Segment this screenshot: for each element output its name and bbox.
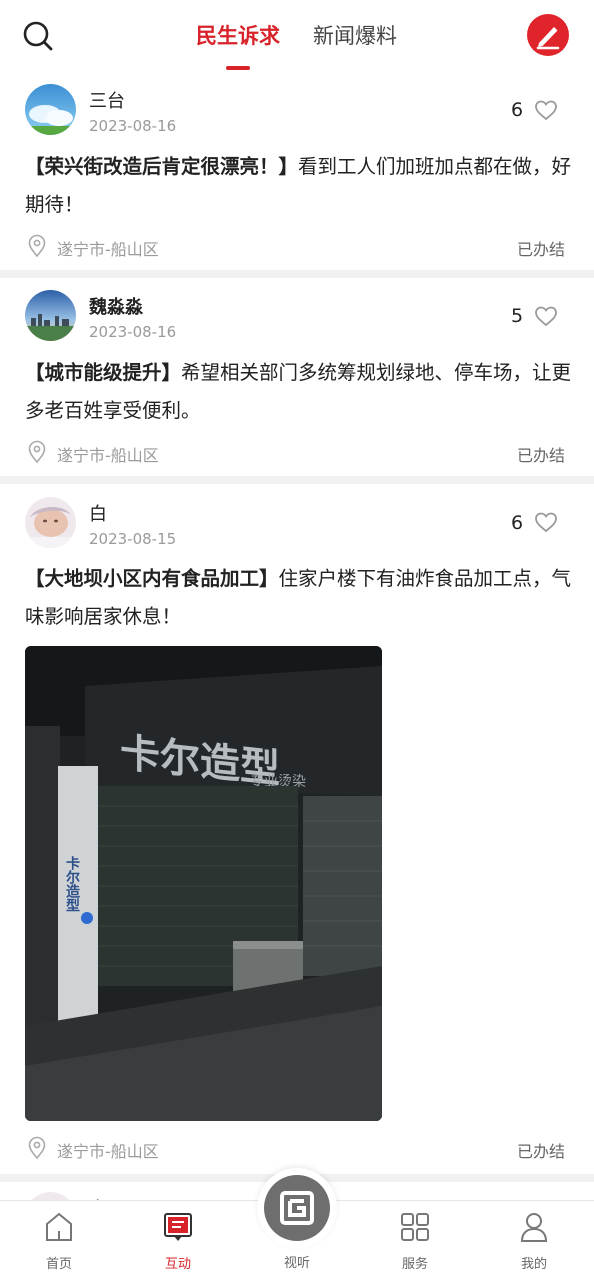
- nav-video-button[interactable]: [264, 1175, 330, 1241]
- appeal-feed[interactable]: 三台 2023-08-16 6 【荣兴街改造后肯定很漂亮！】看到工人们加班加点都…: [0, 72, 594, 1200]
- like-heart-icon[interactable]: [534, 99, 558, 121]
- avatar[interactable]: [25, 290, 76, 341]
- post-location: 遂宁市-船山区: [57, 1142, 159, 1161]
- post-title: 【城市能级提升】: [25, 361, 182, 384]
- tab-civil-appeals[interactable]: 民生诉求: [196, 20, 280, 50]
- post-content[interactable]: 【荣兴街改造后肯定很漂亮！】看到工人们加班加点都在做，好期待！: [25, 148, 573, 224]
- nav-home[interactable]: 首页: [14, 1201, 104, 1280]
- post-date: 2023-08-15: [89, 530, 177, 548]
- status-badge: 已办结: [517, 446, 566, 465]
- nav-service[interactable]: 服务: [370, 1201, 460, 1280]
- home-icon: [44, 1211, 74, 1243]
- video-logo-icon: [280, 1191, 314, 1225]
- location-pin-icon: [27, 440, 47, 464]
- avatar[interactable]: [25, 497, 76, 548]
- post-date: 2023-08-16: [89, 117, 177, 135]
- post-card[interactable]: 白 2023-08-15 6 【大地坝小区内有食品加工】住家户楼下有油炸食品加工…: [0, 484, 594, 1174]
- divider: [0, 270, 594, 278]
- post-date: 2023-08-16: [89, 323, 177, 341]
- tab-news-tips[interactable]: 新闻爆料: [313, 20, 397, 50]
- username[interactable]: 魏淼淼: [89, 293, 143, 319]
- status-badge: 已办结: [517, 240, 566, 259]
- chat-icon: [163, 1211, 193, 1243]
- divider: [0, 476, 594, 484]
- post-content[interactable]: 【城市能级提升】希望相关部门多统筹规划绿地、停车场，让更多老百姓享受便利。: [25, 354, 573, 430]
- post-card[interactable]: 魏淼淼 2023-08-16 5 【城市能级提升】希望相关部门多统筹规划绿地、停…: [0, 278, 594, 476]
- post-photo[interactable]: 卡尔造型 专业烫染 卡尔造型: [25, 646, 382, 1121]
- nav-interact-label: 互动: [164, 1257, 191, 1272]
- nav-service-label: 服务: [401, 1257, 428, 1272]
- grid-icon: [400, 1211, 430, 1243]
- post-title: 【大地坝小区内有食品加工】: [25, 567, 279, 590]
- user-icon: [519, 1211, 549, 1243]
- active-tab-indicator: [226, 66, 250, 70]
- tab-bar: 民生诉求 新闻爆料: [0, 0, 594, 72]
- username[interactable]: 三台: [89, 87, 125, 113]
- like-heart-icon[interactable]: [534, 305, 558, 327]
- location-pin-icon: [27, 1136, 47, 1160]
- like-heart-icon[interactable]: [534, 511, 558, 533]
- nav-video-label: 视听: [283, 1256, 310, 1271]
- avatar[interactable]: [25, 1192, 76, 1200]
- post-content[interactable]: 【大地坝小区内有食品加工】住家户楼下有油炸食品加工点，气味影响居家休息！: [25, 560, 573, 636]
- location-pin-icon: [27, 234, 47, 258]
- post-title: 【荣兴街改造后肯定很漂亮！】: [25, 155, 299, 178]
- nav-interact[interactable]: 互动: [133, 1201, 223, 1280]
- like-count: 6: [511, 99, 524, 121]
- like-count: 5: [511, 305, 524, 327]
- avatar[interactable]: [25, 84, 76, 135]
- compose-icon[interactable]: [527, 14, 569, 56]
- post-location: 遂宁市-船山区: [57, 446, 159, 465]
- nav-profile-label: 我的: [520, 1257, 547, 1272]
- status-badge: 已办结: [517, 1142, 566, 1161]
- post-card[interactable]: 三台 2023-08-16 6 【荣兴街改造后肯定很漂亮！】看到工人们加班加点都…: [0, 72, 594, 270]
- username[interactable]: 白: [89, 500, 107, 526]
- top-header: 民生诉求 新闻爆料: [0, 0, 594, 72]
- post-location: 遂宁市-船山区: [57, 240, 159, 259]
- nav-home-label: 首页: [45, 1257, 72, 1272]
- nav-profile[interactable]: 我的: [489, 1201, 579, 1280]
- like-count: 6: [511, 512, 524, 534]
- banner-text: 卡尔造型: [64, 855, 80, 912]
